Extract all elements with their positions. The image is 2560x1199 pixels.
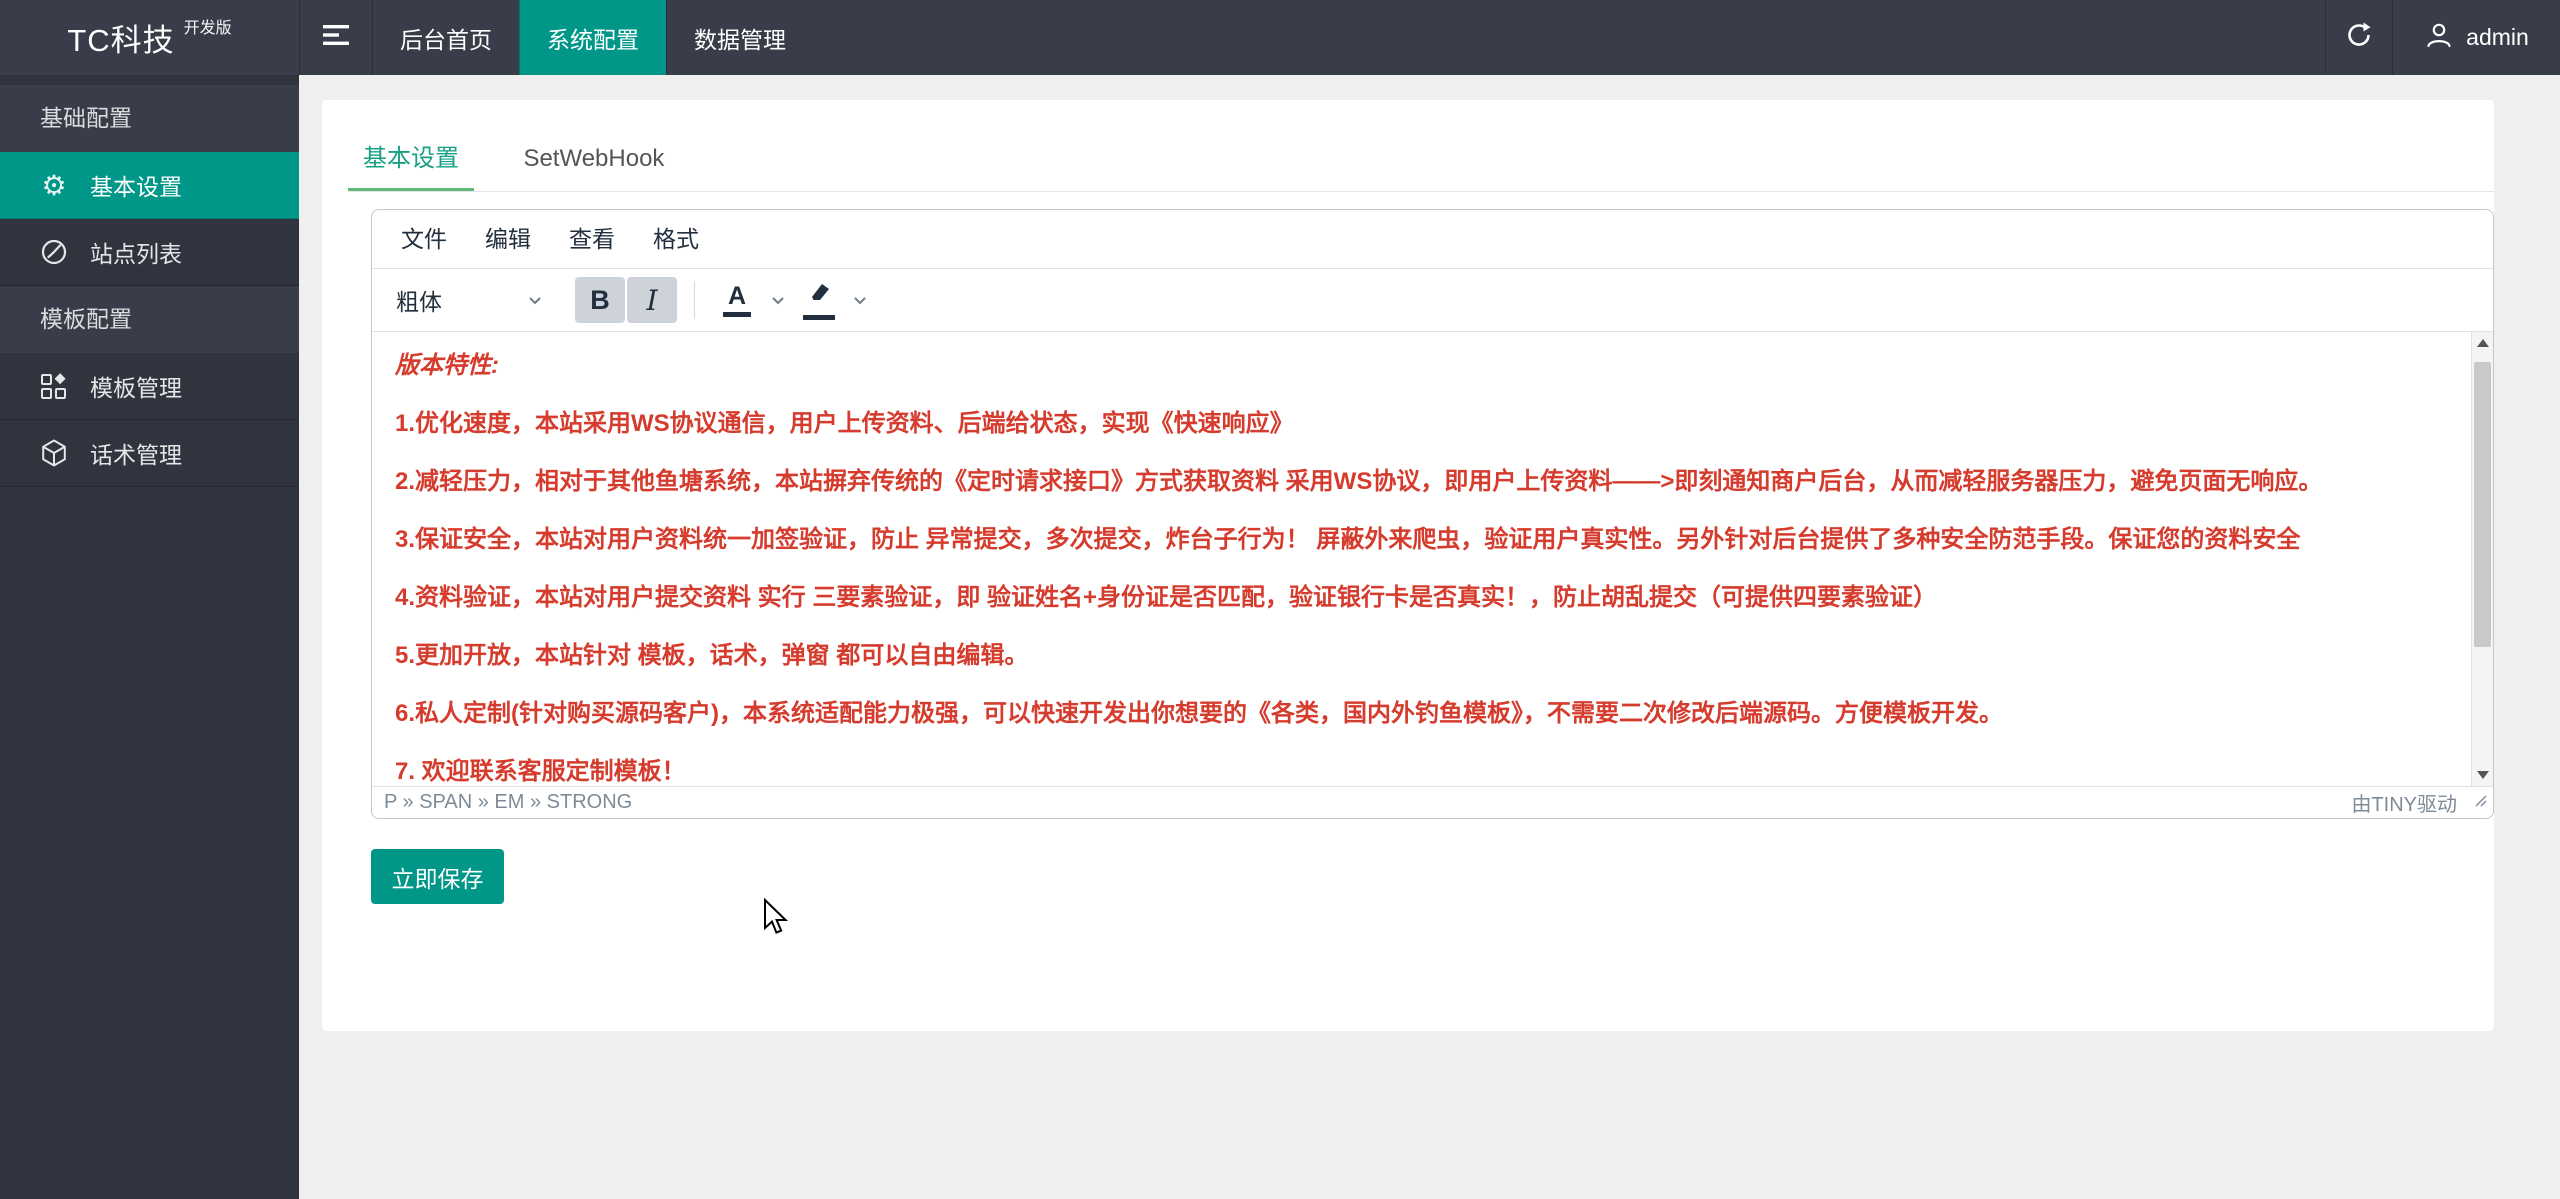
gauge-icon: [38, 236, 70, 268]
editor-menubar: 文件 编辑 查看 格式: [372, 210, 2493, 269]
sidebar-item-label: 话术管理: [90, 436, 182, 470]
menu-view[interactable]: 查看: [550, 217, 634, 261]
scrollbar-up-icon[interactable]: [2472, 332, 2493, 354]
menu-format[interactable]: 格式: [634, 217, 718, 261]
tab-setwebhook[interactable]: SetWebHook: [508, 145, 679, 191]
sidebar: 基础配置 ⚙ 基本设置 站点列表 模板配置 模板管理: [0, 75, 299, 1199]
highlight-color-chevron-icon[interactable]: [851, 291, 869, 309]
sidebar-item-label: 站点列表: [90, 235, 182, 269]
sidebar-item-label: 模板管理: [90, 369, 182, 403]
scrollbar-down-icon[interactable]: [2472, 764, 2493, 786]
menu-edit[interactable]: 编辑: [466, 217, 550, 261]
highlight-color-button[interactable]: [794, 277, 844, 323]
scrollbar-thumb[interactable]: [2474, 362, 2491, 647]
app-logo-badge: 开发版: [184, 14, 232, 38]
user-menu[interactable]: admin: [2392, 0, 2560, 75]
text-color-icon: A: [728, 284, 746, 309]
editor-line: 4.资料验证，本站对用户提交资料 实行 三要素验证，即 验证姓名+身份证是否匹配…: [395, 581, 2433, 615]
header-tab-system-config[interactable]: 系统配置: [519, 0, 666, 75]
editor-toolbar: 粗体 B I A: [372, 269, 2493, 332]
italic-button[interactable]: I: [627, 277, 677, 323]
text-color-chevron-icon[interactable]: [769, 291, 787, 309]
editor-line: 3.保证安全，本站对用户资料统一加签验证，防止 异常提交，多次提交，炸台子行为！…: [395, 523, 2433, 557]
sidebar-item-label: 基本设置: [90, 168, 182, 202]
sidebar-group-template-config[interactable]: 模板配置: [0, 286, 299, 353]
bold-button[interactable]: B: [575, 277, 625, 323]
template-icon: [38, 370, 70, 402]
editor-line: 1.优化速度，本站采用WS协议通信，用户上传资料、后端给状态，实现《快速响应》: [395, 407, 2433, 441]
hamburger-icon: [321, 23, 351, 52]
refresh-button[interactable]: [2325, 0, 2392, 75]
sidebar-item-site-list[interactable]: 站点列表: [0, 219, 299, 286]
chevron-down-icon: [526, 291, 544, 309]
top-header: TC科技 开发版 后台首页 系统配置 数据管理: [0, 0, 2560, 75]
sidebar-collapse-button[interactable]: [299, 0, 372, 75]
app-logo-text: TC科技: [67, 15, 174, 60]
sidebar-group-basic-config[interactable]: 基础配置: [0, 85, 299, 152]
tab-basic-settings[interactable]: 基本设置: [348, 138, 474, 191]
content-card: 基本设置 SetWebHook 文件 编辑 查看 格式 粗体 B: [322, 100, 2494, 1031]
sidebar-item-basic-settings[interactable]: ⚙ 基本设置: [0, 152, 299, 219]
powered-by-label[interactable]: 由TINY驱动: [2351, 788, 2457, 817]
text-color-button[interactable]: A: [712, 277, 762, 323]
rich-text-editor: 文件 编辑 查看 格式 粗体 B I: [371, 209, 2494, 819]
font-style-value: 粗体: [396, 283, 442, 317]
editor-line: 6.私人定制(针对购买源码客户)，本系统适配能力极强，可以快速开发出你想要的《各…: [395, 697, 2433, 731]
editor-scrollbar[interactable]: [2471, 332, 2493, 786]
username: admin: [2466, 24, 2529, 51]
app-logo[interactable]: TC科技 开发版: [0, 0, 299, 75]
editor-statusbar: P » SPAN » EM » STRONG 由TINY驱动: [372, 786, 2493, 818]
editor-line: 7. 欢迎联系客服定制模板！: [395, 755, 2433, 786]
refresh-icon: [2344, 20, 2374, 55]
sidebar-item-template-manage[interactable]: 模板管理: [0, 353, 299, 420]
resize-handle-icon[interactable]: [2474, 791, 2488, 814]
header-tab-data-manage[interactable]: 数据管理: [666, 0, 813, 75]
user-icon: [2424, 20, 2454, 56]
main-area: 基本设置 SetWebHook 文件 编辑 查看 格式 粗体 B: [299, 75, 2560, 1199]
content-tab-strip: 基本设置 SetWebHook: [348, 138, 2494, 192]
element-path[interactable]: P » SPAN » EM » STRONG: [384, 791, 632, 814]
highlighter-icon: [803, 281, 835, 312]
save-button[interactable]: 立即保存: [371, 849, 504, 904]
toolbar-divider: [694, 281, 695, 319]
editor-line: 5.更加开放，本站针对 模板，话术，弹窗 都可以自由编辑。: [395, 639, 2433, 673]
editor-line: 版本特性:: [395, 349, 2433, 383]
gear-icon: ⚙: [38, 169, 70, 201]
cube-icon: [38, 437, 70, 469]
sidebar-item-script-manage[interactable]: 话术管理: [0, 420, 299, 487]
menu-file[interactable]: 文件: [382, 217, 466, 261]
editor-content[interactable]: 版本特性: 1.优化速度，本站采用WS协议通信，用户上传资料、后端给状态，实现《…: [372, 332, 2493, 786]
header-tab-dashboard[interactable]: 后台首页: [372, 0, 519, 75]
editor-line: 2.减轻压力，相对于其他鱼塘系统，本站摒弃传统的《定时请求接口》方式获取资料 采…: [395, 465, 2433, 499]
font-style-select[interactable]: 粗体: [382, 278, 558, 322]
